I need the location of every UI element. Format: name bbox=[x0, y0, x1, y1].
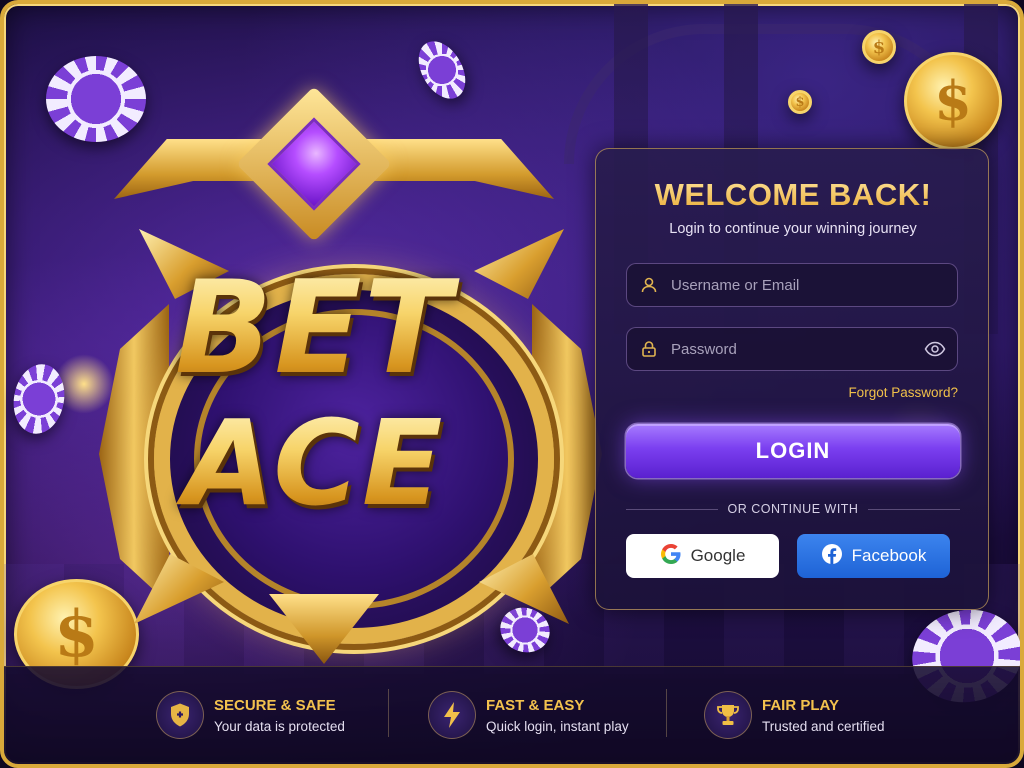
facebook-icon bbox=[821, 543, 843, 570]
app-frame: $ $ $ $ BET ACE WELCOME BACK! Login to c… bbox=[0, 0, 1024, 768]
google-icon bbox=[660, 543, 682, 570]
username-input[interactable] bbox=[671, 276, 957, 294]
shield-icon bbox=[156, 691, 204, 739]
facebook-label: Facebook bbox=[851, 546, 927, 565]
welcome-title: WELCOME BACK! bbox=[596, 177, 990, 213]
casino-chip-icon bbox=[409, 33, 475, 107]
divider-label: OR CONTINUE WITH bbox=[727, 502, 859, 516]
trophy-icon bbox=[704, 691, 752, 739]
gold-coin-icon: $ bbox=[904, 52, 1002, 150]
feature-secure: SECURE & SAFE Your data is protected bbox=[156, 687, 345, 743]
forgot-password-link[interactable]: Forgot Password? bbox=[848, 385, 958, 400]
gold-coin-icon: $ bbox=[862, 30, 896, 64]
show-password-eye-icon[interactable] bbox=[913, 341, 957, 357]
feature-title: FAIR PLAY bbox=[762, 696, 839, 714]
login-panel: WELCOME BACK! Login to continue your win… bbox=[595, 148, 989, 610]
feature-fair-play: FAIR PLAY Trusted and certified bbox=[704, 687, 885, 743]
facebook-login-button[interactable]: Facebook bbox=[797, 534, 950, 578]
bet-ace-logo: BET ACE bbox=[44, 86, 602, 664]
logo-text-ace: ACE bbox=[44, 394, 584, 532]
gold-coin-icon: $ bbox=[788, 90, 812, 114]
feature-desc: Your data is protected bbox=[214, 718, 345, 734]
username-field[interactable] bbox=[626, 263, 958, 307]
feature-separator bbox=[388, 689, 389, 737]
login-button[interactable]: LOGIN bbox=[626, 424, 960, 478]
continue-with-divider: OR CONTINUE WITH bbox=[626, 502, 961, 516]
google-label: Google bbox=[690, 546, 746, 565]
password-field[interactable] bbox=[626, 327, 958, 371]
password-input[interactable] bbox=[671, 340, 913, 358]
feature-title: SECURE & SAFE bbox=[214, 696, 336, 714]
feature-fast: FAST & EASY Quick login, instant play bbox=[428, 687, 629, 743]
welcome-subtitle: Login to continue your winning journey bbox=[669, 221, 917, 237]
feature-desc: Quick login, instant play bbox=[486, 718, 629, 734]
lock-icon bbox=[627, 340, 671, 358]
lightning-icon bbox=[428, 691, 476, 739]
feature-title: FAST & EASY bbox=[486, 696, 585, 714]
feature-desc: Trusted and certified bbox=[762, 718, 885, 734]
user-icon bbox=[627, 276, 671, 294]
feature-separator bbox=[666, 689, 667, 737]
divider-line bbox=[626, 508, 718, 510]
features-bar: SECURE & SAFE Your data is protected FAS… bbox=[4, 666, 1020, 764]
logo-text-bet: BET bbox=[44, 254, 584, 403]
divider-line bbox=[868, 508, 961, 510]
google-login-button[interactable]: Google bbox=[626, 534, 779, 578]
